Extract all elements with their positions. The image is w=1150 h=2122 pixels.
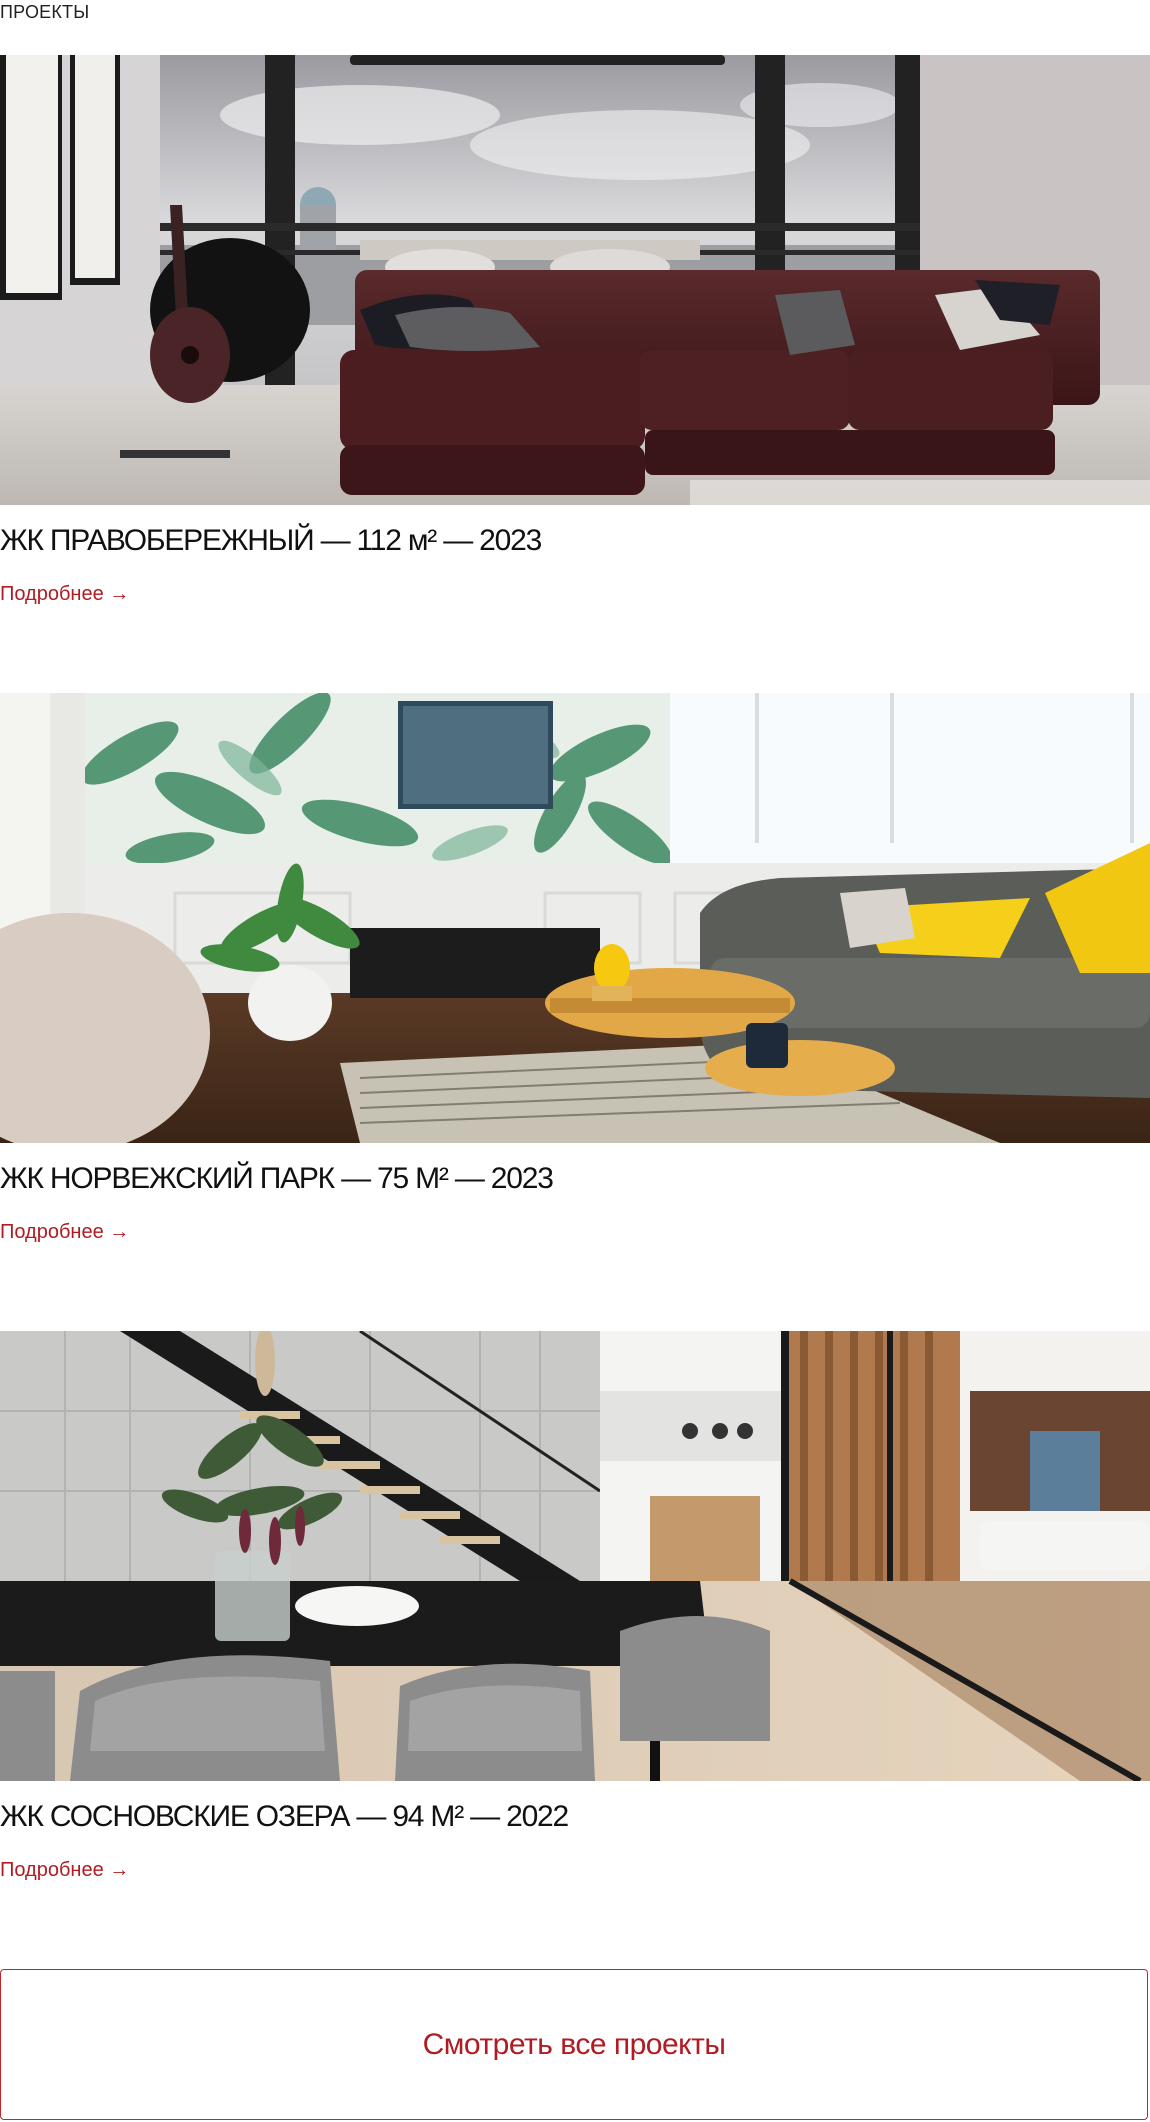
project-card: ЖК СОСНОВСКИЕ ОЗЕРА — 94 М² — 2022 Подро… xyxy=(0,1331,1150,1881)
project-photo[interactable] xyxy=(0,1331,1150,1781)
project-details-link[interactable]: Подробнее → xyxy=(0,1221,129,1244)
project-photo[interactable] xyxy=(0,55,1150,505)
view-all-projects-button[interactable]: Смотреть все проекты xyxy=(0,1969,1148,2120)
project-title: ЖК НОРВЕЖСКИЙ ПАРК — 75 М² — 2023 xyxy=(0,1162,554,1195)
project-details-link[interactable]: Подробнее → xyxy=(0,583,129,606)
project-card: ЖК НОРВЕЖСКИЙ ПАРК — 75 М² — 2023 Подроб… xyxy=(0,693,1150,1243)
project-photo[interactable] xyxy=(0,693,1150,1143)
project-title: ЖК СОСНОВСКИЕ ОЗЕРА — 94 М² — 2022 xyxy=(0,1800,569,1833)
project-details-link[interactable]: Подробнее → xyxy=(0,1859,129,1882)
section-label: ПРОЕКТЫ xyxy=(0,2,90,22)
view-all-projects-label: Смотреть все проекты xyxy=(422,2027,726,2061)
project-card: ЖК ПРАВОБЕРЕЖНЫЙ — 112 м² — 2023 Подробн… xyxy=(0,55,1150,605)
project-title: ЖК ПРАВОБЕРЕЖНЫЙ — 112 м² — 2023 xyxy=(0,524,542,557)
